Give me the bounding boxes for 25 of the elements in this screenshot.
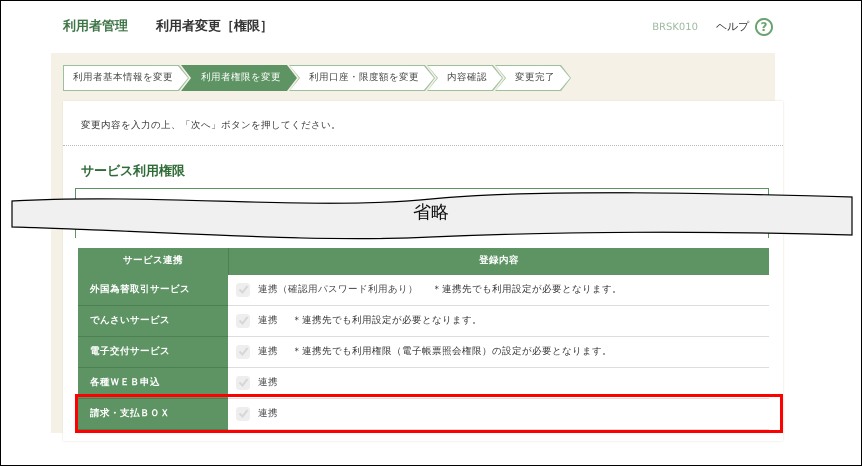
progress-step: 利用者権限を変更 [181, 65, 297, 91]
row-header: 電子交付サービス [78, 336, 228, 368]
help-link[interactable]: ヘルプ [716, 18, 749, 36]
screen-id: BRSK010 [652, 20, 698, 34]
progress-step: 利用口座・限度額を変更 [289, 65, 435, 91]
note-text: ＊連携先でも利用設定が必要となります。 [292, 314, 482, 328]
note-text: ＊連携先でも利用権限（電子帳票照会権限）の設定が必要となります。 [292, 344, 612, 359]
omission-label: 省略 [413, 202, 449, 223]
page-section-title: 利用者管理 [63, 18, 128, 36]
checkbox-label: 連携 [258, 376, 278, 390]
row-header: でんさいサービス [78, 306, 228, 337]
note-text: ＊連携先でも利用設定が必要となります。 [432, 282, 622, 297]
row-header: 請求・支払ＢＯＸ [78, 398, 228, 430]
row-header: 外国為替取引サービス [78, 274, 228, 306]
page-title: 利用者変更［権限］ [156, 18, 273, 36]
section-heading: サービス利用権限 [80, 163, 186, 182]
column-header: サービス連携 [78, 248, 228, 275]
checkbox-label: 連携 [258, 314, 278, 328]
progress-step: 変更完了 [495, 65, 571, 91]
column-header: 登録内容 [228, 248, 769, 275]
checkbox-label: 連携 [258, 406, 278, 421]
progress-step: 利用者基本情報を変更 [63, 65, 189, 91]
instruction-text: 変更内容を入力の上、「次へ」ボタンを押してください。 [63, 101, 783, 146]
checkbox-label: 連携（確認用パスワード利用あり） [258, 282, 418, 297]
checkbox-label: 連携 [258, 344, 278, 359]
